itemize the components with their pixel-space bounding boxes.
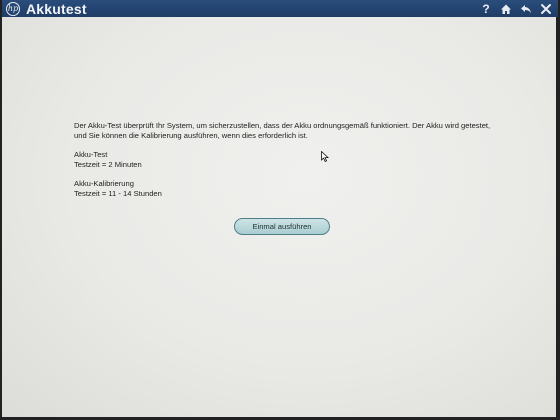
battery-calibration-heading: Akku-Kalibrierung: [74, 179, 134, 188]
battery-test-duration: Testzeit = 2 Minuten: [74, 160, 142, 169]
title-bar: hp Akkutest ?: [2, 0, 558, 17]
home-icon[interactable]: [500, 3, 512, 15]
battery-calibration-section: Akku-Kalibrierung Testzeit = 11 - 14 Stu…: [74, 179, 494, 199]
battery-test-heading: Akku-Test: [74, 150, 108, 159]
close-icon[interactable]: [540, 3, 552, 15]
battery-calibration-duration: Testzeit = 11 - 14 Stunden: [74, 189, 162, 198]
mouse-cursor-icon: [321, 151, 329, 162]
battery-test-section: Akku-Test Testzeit = 2 Minuten: [74, 150, 494, 170]
test-info: Der Akku-Test überprüft Ihr System, um s…: [74, 121, 494, 199]
window-title: Akkutest: [26, 0, 87, 17]
titlebar-icons: ?: [480, 0, 552, 17]
help-label: ?: [482, 1, 490, 16]
hp-logo-text: hp: [7, 3, 19, 13]
description-text: Der Akku-Test überprüft Ihr System, um s…: [74, 121, 491, 140]
back-icon[interactable]: [520, 3, 532, 15]
help-icon[interactable]: ?: [480, 3, 492, 15]
main-content: Der Akku-Test überprüft Ihr System, um s…: [2, 17, 556, 417]
hp-logo-icon: hp: [6, 1, 20, 16]
screen-frame: hp Akkutest ? Der Akku-Test überprüft Ih…: [0, 0, 560, 420]
run-once-button[interactable]: Einmal ausführen: [234, 218, 330, 235]
